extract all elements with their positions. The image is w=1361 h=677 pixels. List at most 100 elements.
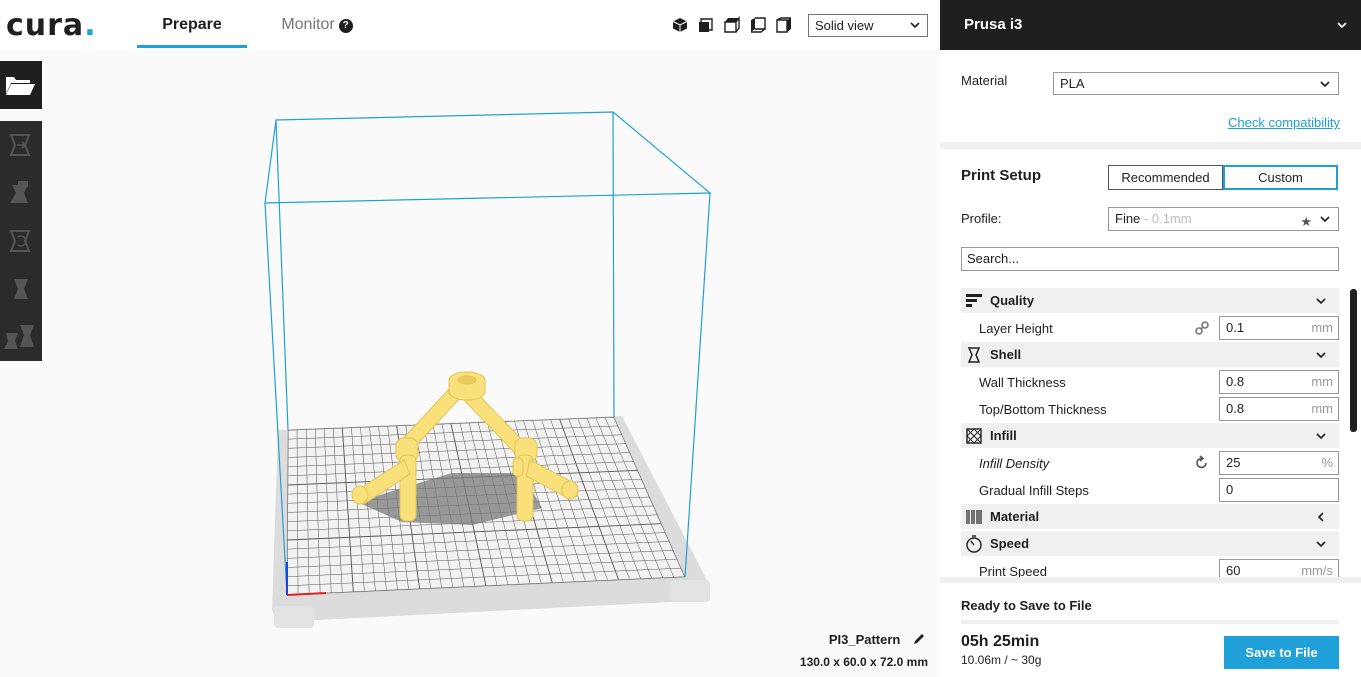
setting-gradual-infill: Gradual Infill Steps 0: [961, 477, 1339, 503]
help-icon[interactable]: ?: [338, 19, 353, 33]
category-shell-label: Shell: [990, 347, 1022, 362]
profile-select[interactable]: Fine - 0.1mm ★: [1108, 207, 1339, 231]
speed-icon: [966, 535, 982, 553]
custom-mode-button[interactable]: Custom: [1223, 165, 1338, 190]
machine-selector[interactable]: Prusa i3: [940, 0, 1361, 50]
wall-thickness-input[interactable]: 0.8 mm: [1219, 370, 1339, 394]
star-icon[interactable]: ★: [1300, 211, 1312, 232]
gradual-infill-value: 0: [1226, 482, 1234, 497]
open-file-button[interactable]: [0, 61, 42, 109]
object-dimensions: 130.0 x 60.0 x 72.0 mm: [799, 655, 928, 669]
view-mode-value: Solid view: [815, 18, 874, 33]
material-usage: 10.06m / ~ 30g: [961, 653, 1042, 667]
chevron-down-icon: [1316, 298, 1326, 305]
pencil-icon[interactable]: [912, 632, 926, 646]
material-icon: [966, 510, 982, 524]
category-infill[interactable]: Infill: [961, 423, 1339, 448]
recommended-mode-button[interactable]: Recommended: [1108, 165, 1223, 190]
infill-density-unit: %: [1321, 455, 1333, 470]
wall-thickness-label: Wall Thickness: [979, 375, 1066, 390]
view-right-icon[interactable]: [775, 16, 793, 34]
print-speed-unit: mm/s: [1301, 563, 1333, 577]
scale-tool-button[interactable]: [0, 169, 42, 217]
profile-layer-height: - 0.1mm: [1140, 211, 1192, 226]
link-icon[interactable]: [1194, 320, 1210, 336]
layer-height-value: 0.1: [1226, 320, 1245, 335]
machine-name: Prusa i3: [964, 16, 1023, 33]
translate-tool-button[interactable]: [0, 121, 42, 169]
per-model-settings-button[interactable]: [0, 313, 42, 361]
settings-panel: Prusa i3 Material PLA Check compatibilit…: [940, 0, 1361, 677]
setting-topbottom-thickness: Top/Bottom Thickness 0.8 mm: [961, 396, 1339, 422]
profile-value: Fine: [1115, 211, 1141, 226]
category-shell[interactable]: Shell: [961, 342, 1339, 367]
gradual-infill-label: Gradual Infill Steps: [979, 483, 1089, 498]
profile-label: Profile:: [961, 211, 1002, 226]
topbottom-thickness-unit: mm: [1311, 401, 1333, 416]
object-name: PI3_Pattern: [829, 632, 926, 647]
material-value: PLA: [1060, 76, 1085, 91]
infill-icon: [966, 428, 982, 444]
chevron-down-icon: [910, 22, 920, 29]
per-model-settings-icon: [4, 325, 34, 349]
reset-icon[interactable]: [1194, 455, 1210, 471]
tab-monitor-label: Monitor: [281, 16, 335, 33]
tab-monitor[interactable]: Monitor?: [262, 0, 372, 48]
settings-search-input[interactable]: Search...: [961, 247, 1339, 271]
print-time: 05h 25min: [961, 633, 1040, 650]
view-mode-select[interactable]: Solid view: [808, 14, 928, 37]
tool-panel: [0, 121, 42, 361]
setting-infill-density: Infill Density 25%: [961, 450, 1339, 476]
setting-layer-height: Layer Height 0.1 mm: [961, 315, 1339, 341]
save-status: Ready to Save to File: [961, 598, 1092, 613]
print-setup-title: Print Setup: [961, 167, 1042, 184]
setting-print-speed: Print Speed 60 mm/s: [961, 558, 1339, 577]
chevron-down-icon: [1316, 352, 1326, 359]
progress-bar: [961, 620, 1339, 624]
category-speed[interactable]: Speed: [961, 531, 1339, 556]
save-to-file-button[interactable]: Save to File: [1224, 636, 1339, 669]
chevron-down-icon: [1320, 81, 1330, 88]
check-compatibility-link[interactable]: Check compatibility: [1228, 115, 1340, 130]
print-speed-value: 60: [1226, 563, 1241, 577]
material-select[interactable]: PLA: [1053, 72, 1339, 95]
tab-prepare[interactable]: Prepare: [137, 0, 247, 48]
translate-icon: [9, 134, 31, 156]
chevron-down-icon: [1320, 216, 1330, 223]
layer-height-label: Layer Height: [979, 321, 1053, 336]
category-material[interactable]: Material: [961, 504, 1339, 529]
build-volume-scene: [264, 111, 712, 628]
chevron-down-icon: [1316, 541, 1326, 548]
print-speed-input[interactable]: 60 mm/s: [1219, 559, 1339, 577]
chevron-down-icon: [1337, 22, 1347, 29]
settings-scrollbar[interactable]: [1350, 289, 1357, 432]
wall-thickness-value: 0.8: [1226, 374, 1245, 389]
view-left-icon[interactable]: [749, 16, 767, 34]
topbottom-thickness-value: 0.8: [1226, 401, 1245, 416]
rotate-icon: [9, 230, 31, 252]
plate-clip-left: [274, 606, 314, 628]
layer-height-input[interactable]: 0.1 mm: [1219, 316, 1339, 340]
cura-logo: cura.: [6, 8, 97, 43]
topbottom-thickness-input[interactable]: 0.8 mm: [1219, 397, 1339, 421]
print-setup-section: Print Setup Recommended Custom Profile: …: [940, 149, 1361, 577]
view-top-icon[interactable]: [723, 16, 741, 34]
gradual-infill-input[interactable]: 0: [1219, 478, 1339, 502]
3d-viewport[interactable]: PI3_Pattern 130.0 x 60.0 x 72.0 mm: [42, 50, 940, 677]
view-front-icon[interactable]: [697, 16, 715, 34]
layer-height-unit: mm: [1311, 320, 1333, 335]
mirror-tool-button[interactable]: [0, 265, 42, 313]
shell-icon: [967, 347, 981, 363]
infill-density-value: 25: [1226, 455, 1241, 470]
category-quality[interactable]: Quality: [961, 288, 1339, 313]
infill-density-input[interactable]: 25%: [1219, 451, 1339, 475]
chevron-left-icon: [1317, 512, 1324, 522]
category-quality-label: Quality: [990, 293, 1035, 308]
material-label: Material: [961, 73, 1008, 88]
topbottom-thickness-label: Top/Bottom Thickness: [979, 402, 1107, 417]
rotate-tool-button[interactable]: [0, 217, 42, 265]
chevron-down-icon: [1316, 433, 1326, 440]
view-3d-icon[interactable]: [671, 16, 689, 34]
infill-density-label: Infill Density: [979, 456, 1050, 471]
cura-window: cura. Prepare Monitor? Solid view PI3_Pa…: [0, 0, 1361, 677]
